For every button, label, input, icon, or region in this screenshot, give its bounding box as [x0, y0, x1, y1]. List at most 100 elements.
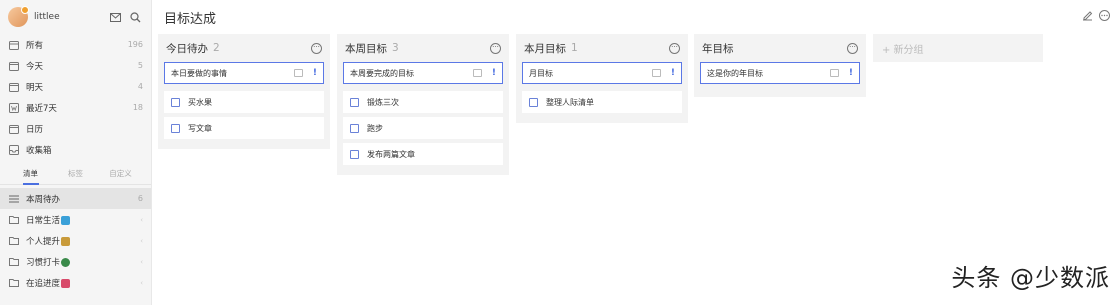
calendar-today-icon	[8, 60, 20, 72]
list-item-tracking-progress[interactable]: 在追进度 ‹	[0, 272, 151, 293]
main-area: 目标达成 今日待办 2 ··· 本日要做的事情 ! 买水果 写文章 本周目标 3	[152, 0, 1120, 305]
nav-item-label: 收集箱	[26, 145, 52, 156]
list-item-label: 日常生活	[26, 214, 140, 226]
column-more-icon[interactable]: ···	[490, 42, 501, 54]
list-item-label: 在追进度	[26, 277, 140, 289]
search-icon[interactable]	[127, 9, 143, 25]
tab-custom[interactable]: 自定义	[98, 163, 143, 185]
list-item-daily-life[interactable]: 日常生活 ‹	[0, 209, 151, 230]
chevron-left-icon[interactable]: ‹	[140, 258, 143, 266]
folder-icon	[8, 256, 20, 268]
due-date-icon[interactable]	[472, 69, 482, 77]
chevron-left-icon[interactable]: ‹	[140, 279, 143, 287]
column-count: 1	[571, 42, 578, 54]
column-more-icon[interactable]: ···	[311, 42, 322, 54]
folder-icon	[8, 277, 20, 289]
new-group-button[interactable]: + 新分组	[873, 34, 1043, 62]
nav-item-label: 最近7天	[26, 103, 57, 114]
task-item[interactable]: 整理人际清单	[522, 91, 682, 113]
watermark: 头条 @少数派	[951, 264, 1110, 292]
inbox-icon	[8, 144, 20, 156]
priority-icon[interactable]: !	[313, 68, 317, 78]
nav-item-all[interactable]: 所有 196	[0, 34, 151, 55]
priority-icon[interactable]: !	[492, 68, 496, 78]
avatar[interactable]	[8, 6, 29, 27]
kanban-column-today: 今日待办 2 ··· 本日要做的事情 ! 买水果 写文章	[158, 34, 330, 149]
folder-icon	[8, 235, 20, 247]
tab-lists[interactable]: 清单	[8, 163, 53, 185]
nav-item-count: 4	[137, 82, 143, 91]
column-header: 今日待办 2 ···	[164, 40, 324, 56]
chevron-left-icon[interactable]: ‹	[140, 237, 143, 245]
nav-item-label: 今天	[26, 61, 44, 72]
task-item[interactable]: 写文章	[164, 117, 324, 139]
list-item-label: 本周待办	[26, 194, 61, 205]
task-title: 写文章	[188, 123, 212, 133]
task-title: 买水果	[188, 97, 212, 107]
list-item-habit-checkin[interactable]: 习惯打卡 ‹	[0, 251, 151, 272]
add-task-placeholder: 月目标	[529, 68, 553, 78]
add-task-input[interactable]: 月目标 !	[522, 62, 682, 84]
priority-icon[interactable]: !	[849, 68, 853, 78]
due-date-icon[interactable]	[293, 69, 303, 77]
column-more-icon[interactable]: ···	[669, 42, 680, 54]
task-checkbox[interactable]	[350, 97, 359, 107]
nav-item-next-7-days[interactable]: 最近7天 18	[0, 97, 151, 118]
calendar-tomorrow-icon	[8, 81, 20, 93]
folder-icon	[8, 214, 20, 226]
add-task-placeholder: 这是你的年目标	[707, 68, 763, 78]
sidebar: littlee 所有 196 今天 5 明天 4 最近7天 18 日历 收集箱	[0, 0, 152, 305]
more-icon[interactable]	[1099, 10, 1110, 24]
column-more-icon[interactable]: ···	[847, 42, 858, 54]
calendar-week-icon	[8, 102, 20, 114]
nav-item-tomorrow[interactable]: 明天 4	[0, 76, 151, 97]
due-date-icon[interactable]	[651, 69, 661, 77]
task-title: 整理人际清单	[546, 97, 594, 107]
sidebar-header: littlee	[0, 0, 151, 34]
task-checkbox[interactable]	[350, 123, 359, 133]
due-date-icon[interactable]	[829, 69, 839, 77]
list-item-label: 个人提升	[26, 235, 140, 247]
task-item[interactable]: 锻炼三次	[343, 91, 503, 113]
nav-item-inbox[interactable]: 收集箱	[0, 139, 151, 160]
task-checkbox[interactable]	[171, 123, 180, 133]
money-bag-icon	[61, 257, 71, 267]
nav-item-label: 日历	[26, 124, 44, 135]
add-task-placeholder: 本日要做的事情	[171, 68, 227, 78]
calendar-icon	[8, 123, 20, 135]
nav-item-today[interactable]: 今天 5	[0, 55, 151, 76]
add-task-input[interactable]: 本周要完成的目标 !	[343, 62, 503, 84]
add-task-input[interactable]: 这是你的年目标 !	[700, 62, 860, 84]
column-header: 本周目标 3 ···	[343, 40, 503, 56]
list-item-self-improvement[interactable]: 个人提升 ‹	[0, 230, 151, 251]
column-title: 本周目标	[345, 42, 387, 55]
task-checkbox[interactable]	[350, 149, 359, 159]
add-task-placeholder: 本周要完成的目标	[350, 68, 414, 78]
task-item[interactable]: 发布两篇文章	[343, 143, 503, 165]
task-item[interactable]: 跑步	[343, 117, 503, 139]
nav-item-label: 明天	[26, 82, 44, 93]
column-title: 年目标	[702, 42, 734, 55]
priority-icon[interactable]: !	[671, 68, 675, 78]
edit-icon[interactable]	[1082, 10, 1093, 24]
list-item-this-week[interactable]: 本周待办 6	[0, 188, 151, 209]
list-item-count: 6	[137, 194, 143, 203]
task-title: 发布两篇文章	[367, 149, 415, 159]
username: littlee	[34, 12, 60, 22]
chevron-left-icon[interactable]: ‹	[140, 216, 143, 224]
kanban-column-year: 年目标 ··· 这是你的年目标 !	[694, 34, 866, 97]
kanban-column-this-week: 本周目标 3 ··· 本周要完成的目标 ! 锻炼三次 跑步 发布两篇文章	[337, 34, 509, 175]
nav-item-calendar[interactable]: 日历	[0, 118, 151, 139]
task-item[interactable]: 买水果	[164, 91, 324, 113]
top-toolbar	[1082, 10, 1110, 24]
syringe-icon	[61, 278, 71, 288]
task-title: 锻炼三次	[367, 97, 399, 107]
mail-icon[interactable]	[107, 9, 123, 25]
sticker-icon	[61, 215, 71, 225]
column-count: 2	[213, 42, 220, 54]
inbox-all-icon	[8, 39, 20, 51]
task-checkbox[interactable]	[529, 97, 538, 107]
add-task-input[interactable]: 本日要做的事情 !	[164, 62, 324, 84]
task-checkbox[interactable]	[171, 97, 180, 107]
tab-tags[interactable]: 标签	[53, 163, 98, 185]
